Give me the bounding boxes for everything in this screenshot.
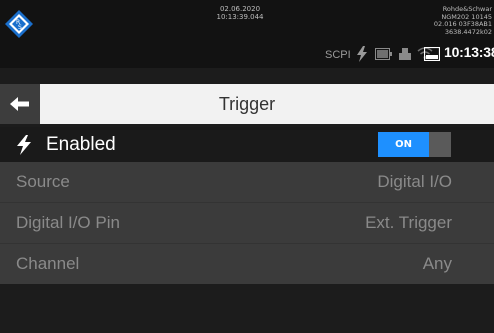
setting-value: Ext. Trigger	[365, 213, 452, 232]
clock: 10:13:38	[444, 44, 494, 60]
screen-icon	[424, 47, 440, 61]
toggle-on-label: ON	[378, 132, 429, 157]
status-icons: SCPI 10:13:38	[0, 44, 494, 64]
setting-label: Digital I/O Pin	[16, 213, 120, 232]
device-info-line: 3638.4472k02	[444, 27, 492, 36]
status-bar: R S 02.06.2020 10:13:39.044 Rohde&Schwar…	[0, 0, 494, 68]
date-time-stamp: 02.06.2020 10:13:39.044	[200, 5, 280, 21]
setting-row-channel[interactable]: Channel Any	[0, 244, 494, 284]
svg-text:S: S	[18, 24, 22, 31]
title-bar: Trigger	[0, 84, 494, 124]
page-title: Trigger	[218, 94, 276, 114]
enabled-row[interactable]: Enabled ON	[0, 127, 494, 162]
device-info: Rohde&Schwar NGM202 10145 02.016 03F38AB…	[372, 5, 492, 36]
status-time: 10:13:39.044	[216, 13, 264, 21]
setting-value: Any	[422, 254, 452, 273]
toggle-knob[interactable]	[429, 132, 451, 157]
trigger-bolt-icon	[357, 46, 367, 62]
setting-row-source[interactable]: Source Digital I/O	[0, 162, 494, 203]
setting-label: Source	[16, 172, 70, 191]
status-date: 02.06.2020	[219, 5, 261, 13]
setting-row-digital-io-pin[interactable]: Digital I/O Pin Ext. Trigger	[0, 203, 494, 244]
empty-area	[0, 284, 494, 333]
setting-label: Channel	[16, 254, 80, 273]
battery-icon	[375, 48, 392, 60]
setting-value: Digital I/O	[377, 172, 452, 191]
enabled-toggle[interactable]: ON	[378, 132, 451, 157]
trigger-bolt-icon	[17, 135, 31, 155]
scpi-indicator: SCPI	[325, 49, 351, 61]
enabled-label: Enabled	[46, 134, 116, 155]
rohde-schwarz-logo-icon: R S	[5, 10, 33, 38]
usb-icon	[399, 48, 411, 60]
back-button[interactable]	[0, 84, 40, 124]
back-arrow-icon	[10, 97, 29, 111]
